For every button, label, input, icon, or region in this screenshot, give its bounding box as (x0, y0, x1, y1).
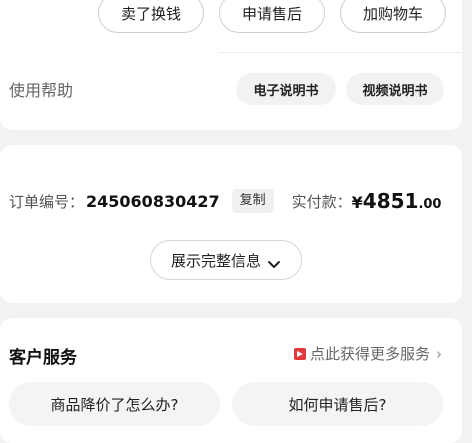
divider (218, 52, 462, 53)
faq-after-sale[interactable]: 如何申请售后? (232, 382, 443, 426)
currency-symbol: ¥ (351, 193, 363, 212)
video-manual-button[interactable]: 视频说明书 (346, 73, 444, 105)
more-services-label: 点此获得更多服务 (309, 345, 430, 363)
expand-info-button[interactable]: 展示完整信息 (150, 240, 302, 280)
customer-service-card: 客户服务 点此获得更多服务 › 商品降价了怎么办? 如何申请售后? (0, 318, 462, 443)
chevron-right-icon: › (436, 344, 442, 363)
chevron-down-icon (267, 255, 281, 268)
order-info-row: 订单编号： 245060830427 复制 实付款： ¥ 4851 .00 (9, 188, 444, 214)
order-number: 245060830427 (86, 191, 220, 211)
paid-amount: ¥ 4851 .00 (352, 189, 442, 213)
more-services-link[interactable]: 点此获得更多服务 › (293, 343, 442, 364)
add-to-cart-button[interactable]: 加购物车 (340, 0, 446, 33)
copy-button[interactable]: 复制 (231, 189, 274, 213)
e-manual-button[interactable]: 电子说明书 (236, 73, 336, 105)
sell-button[interactable]: 卖了换钱 (98, 0, 204, 33)
order-number-label: 订单编号： (9, 192, 85, 211)
paid-label: 实付款： (291, 192, 352, 211)
after-sale-button[interactable]: 申请售后 (219, 0, 325, 33)
expand-info-label: 展示完整信息 (170, 251, 261, 270)
gift-icon (293, 347, 307, 361)
help-label: 使用帮助 (9, 81, 74, 100)
amount-integer: 4851 (362, 189, 419, 213)
amount-decimal: .00 (418, 197, 442, 212)
faq-price-drop[interactable]: 商品降价了怎么办? (9, 382, 220, 426)
service-title: 客户服务 (9, 348, 77, 368)
order-info-card: 订单编号： 245060830427 复制 实付款： ¥ 4851 .00 展示… (0, 145, 462, 303)
order-actions-card: 卖了换钱 申请售后 加购物车 使用帮助 电子说明书 视频说明书 (0, 0, 462, 130)
